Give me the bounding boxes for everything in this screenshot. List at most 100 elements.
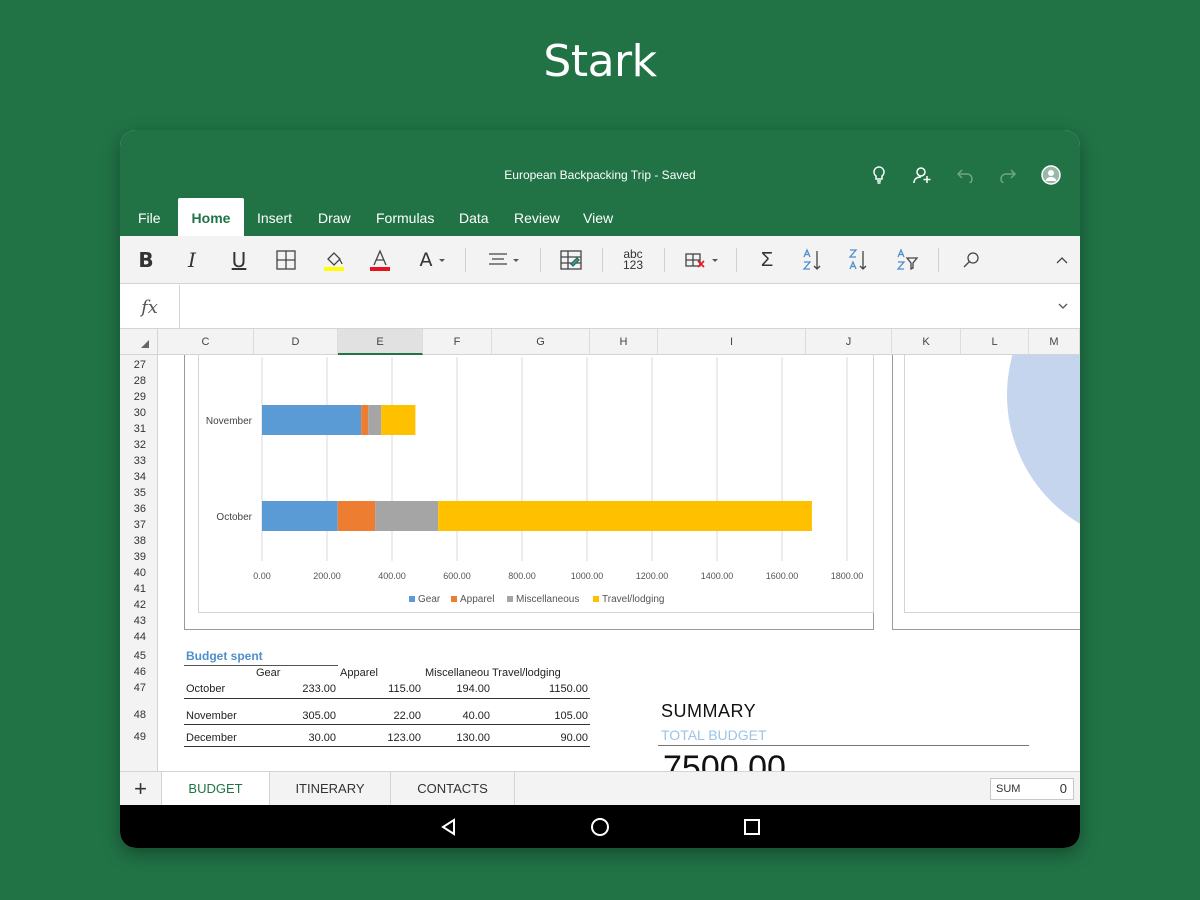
column-header-h[interactable]: H: [590, 329, 658, 355]
borders-icon[interactable]: [270, 236, 302, 284]
back-icon[interactable]: [438, 816, 460, 838]
row-header[interactable]: 27: [120, 359, 146, 371]
redo-icon[interactable]: [986, 163, 1029, 187]
home-icon[interactable]: [589, 816, 611, 838]
header-miscellaneous: Miscellaneou: [425, 667, 490, 679]
column-header-d[interactable]: D: [254, 329, 338, 355]
recent-apps-icon[interactable]: [741, 816, 763, 838]
bar-segment[interactable]: [381, 405, 416, 435]
x-tick-label: 800.00: [508, 571, 536, 581]
row-header[interactable]: 39: [120, 551, 146, 563]
column-header-f[interactable]: F: [423, 329, 492, 355]
insert-delete-cells-icon[interactable]: [680, 236, 724, 284]
sheet-tab-budget[interactable]: BUDGET: [162, 772, 270, 806]
add-sheet-button[interactable]: +: [120, 772, 162, 806]
tab-draw[interactable]: Draw: [305, 198, 364, 236]
bar-segment[interactable]: [438, 501, 812, 531]
column-header-i[interactable]: I: [658, 329, 806, 355]
align-dropdown-icon[interactable]: [482, 236, 526, 284]
ribbon-separator: [602, 248, 603, 272]
bar-segment[interactable]: [375, 501, 439, 531]
row-header[interactable]: 45: [120, 650, 146, 662]
sum-value: 0: [1059, 781, 1067, 796]
row-border: [184, 724, 590, 725]
column-header-l[interactable]: L: [961, 329, 1029, 355]
tab-formulas[interactable]: Formulas: [363, 198, 447, 236]
column-header-g[interactable]: G: [492, 329, 590, 355]
column-header-k[interactable]: K: [892, 329, 961, 355]
tab-insert[interactable]: Insert: [244, 198, 305, 236]
bar-segment[interactable]: [337, 501, 376, 531]
pie-chart-area[interactable]: [904, 355, 1080, 613]
ribbon-separator: [736, 248, 737, 272]
stacked-bar-chart[interactable]: 0.00 200.00 400.00 600.00 800.00 1000.00 1200.…: [184, 355, 884, 615]
tab-view[interactable]: View: [570, 198, 626, 236]
row-header[interactable]: 44: [120, 631, 146, 643]
fill-color-icon[interactable]: [318, 236, 350, 284]
column-header-c[interactable]: C: [158, 329, 254, 355]
row-header[interactable]: 36: [120, 503, 146, 515]
legend-label: Travel/lodging: [602, 594, 664, 605]
row-header[interactable]: 32: [120, 439, 146, 451]
row-header[interactable]: 46: [120, 666, 146, 678]
column-header-j[interactable]: J: [806, 329, 892, 355]
font-color-icon[interactable]: [364, 236, 396, 284]
tab-data[interactable]: Data: [446, 198, 502, 236]
cell-value: 105.00: [554, 710, 588, 722]
column-header-m[interactable]: M: [1029, 329, 1080, 355]
autosum-button[interactable]: Σ: [750, 236, 784, 284]
cell-value: 30.00: [308, 732, 336, 744]
x-tick-label: 1000.00: [571, 571, 604, 581]
row-header[interactable]: 43: [120, 615, 146, 627]
row-header[interactable]: 49: [120, 731, 146, 743]
underline-button[interactable]: U: [223, 236, 255, 284]
collapse-ribbon-icon[interactable]: [1048, 236, 1076, 284]
row-header[interactable]: 42: [120, 599, 146, 611]
account-avatar-icon[interactable]: [1029, 163, 1072, 187]
row-header[interactable]: 47: [120, 682, 146, 694]
row-header[interactable]: 38: [120, 535, 146, 547]
pie-chart-slice: [1007, 355, 1080, 545]
row-header[interactable]: 40: [120, 567, 146, 579]
share-person-icon[interactable]: [900, 163, 943, 187]
lightbulb-icon[interactable]: [857, 163, 900, 187]
bar-segment[interactable]: [361, 405, 369, 435]
expand-formula-icon[interactable]: [1056, 299, 1070, 318]
tab-file[interactable]: File: [125, 198, 174, 236]
row-header[interactable]: 30: [120, 407, 146, 419]
row-header[interactable]: 41: [120, 583, 146, 595]
select-all-corner[interactable]: [120, 329, 158, 355]
x-tick-label: 400.00: [378, 571, 406, 581]
row-header[interactable]: 34: [120, 471, 146, 483]
sheet-tab-contacts[interactable]: CONTACTS: [391, 772, 515, 806]
bar-segment[interactable]: [262, 405, 362, 435]
header-apparel: Apparel: [340, 667, 378, 679]
cell-styles-icon[interactable]: [554, 236, 588, 284]
row-header[interactable]: 35: [120, 487, 146, 499]
search-icon[interactable]: [954, 236, 988, 284]
row-header[interactable]: 31: [120, 423, 146, 435]
tab-home[interactable]: Home: [178, 198, 244, 236]
sort-descending-icon[interactable]: [842, 236, 876, 284]
font-size-dropdown[interactable]: A: [413, 236, 453, 284]
undo-icon[interactable]: [943, 163, 986, 187]
row-header[interactable]: 33: [120, 455, 146, 467]
cell-value: 40.00: [462, 710, 490, 722]
bold-button[interactable]: B: [130, 236, 162, 284]
tab-review[interactable]: Review: [501, 198, 573, 236]
bar-segment[interactable]: [262, 501, 338, 531]
formula-input[interactable]: [190, 298, 990, 318]
row-header[interactable]: 37: [120, 519, 146, 531]
italic-button[interactable]: I: [176, 236, 208, 284]
row-header[interactable]: 29: [120, 391, 146, 403]
sort-ascending-icon[interactable]: [796, 236, 830, 284]
sheet-tab-itinerary[interactable]: ITINERARY: [270, 772, 391, 806]
number-format-button[interactable]: abc 123: [616, 236, 650, 284]
function-icon[interactable]: fx: [120, 285, 180, 329]
status-sum-box[interactable]: SUM 0: [990, 778, 1074, 800]
bar-segment[interactable]: [368, 405, 382, 435]
filter-icon[interactable]: [890, 236, 924, 284]
column-header-e[interactable]: E: [338, 329, 423, 355]
row-header[interactable]: 48: [120, 709, 146, 721]
row-header[interactable]: 28: [120, 375, 146, 387]
